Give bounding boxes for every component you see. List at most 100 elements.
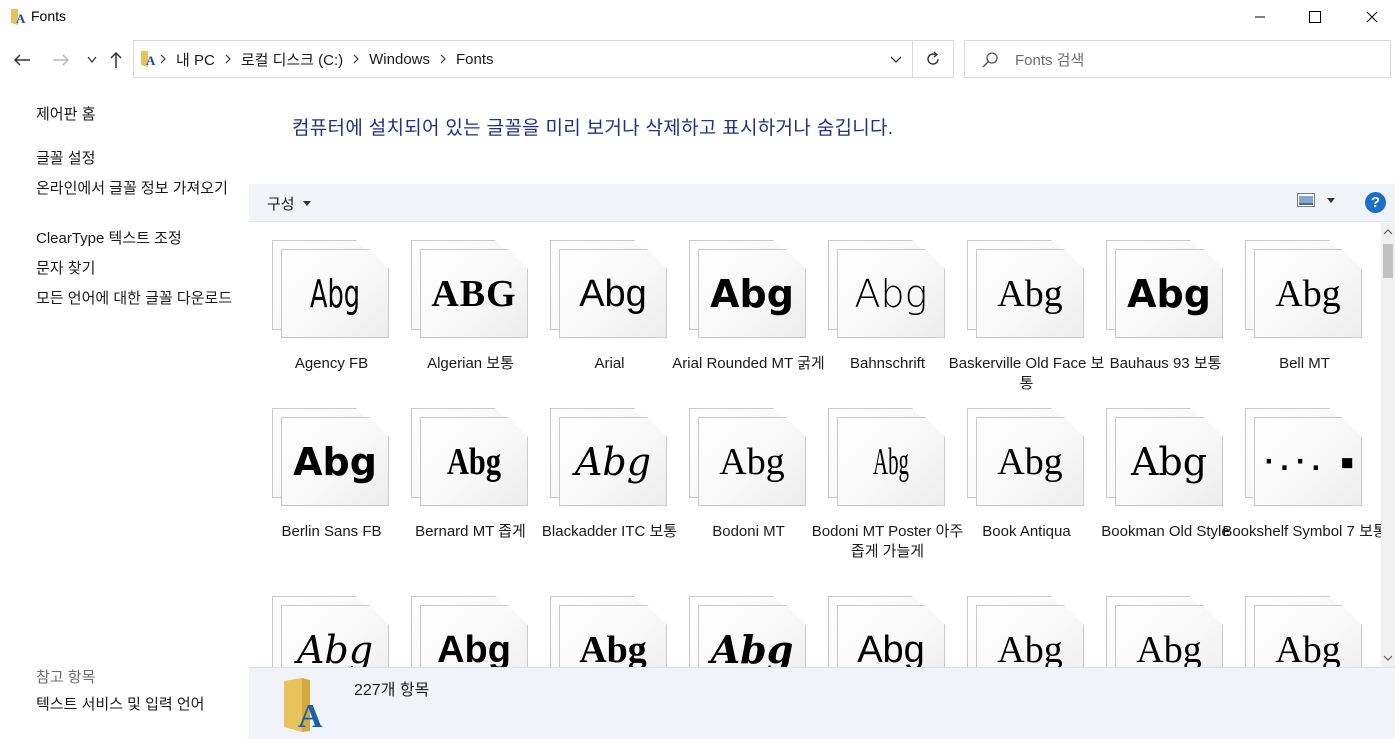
- font-preview-thumbnail: Abg: [550, 408, 670, 508]
- scroll-down-icon[interactable]: [1383, 653, 1393, 663]
- font-sample-text: Abg: [579, 629, 647, 667]
- font-item[interactable]: Abg Arial: [527, 223, 666, 391]
- font-item[interactable]: Abg Agency FB: [249, 223, 388, 391]
- close-button[interactable]: [1349, 0, 1395, 34]
- scrollbar-thumb[interactable]: [1383, 244, 1393, 278]
- font-item[interactable]: Abg Blackadder ITC 보통: [527, 391, 677, 559]
- font-preview-thumbnail: Abg: [689, 240, 809, 340]
- chevron-right-icon[interactable]: [156, 52, 170, 66]
- font-sample-text: ·.·. ▪: [1261, 447, 1355, 477]
- font-item[interactable]: Abg: [1083, 579, 1222, 667]
- chevron-down-icon: [87, 56, 97, 64]
- address-bar[interactable]: A 내 PC 로컬 디스크 (C:) Windows Fonts: [133, 40, 913, 78]
- font-item[interactable]: Abg Bodoni MT Poster 아주 좁게 가늘게: [805, 391, 963, 560]
- breadcrumb-fonts[interactable]: Fonts: [450, 51, 500, 68]
- font-sample-text: Abg: [437, 629, 511, 667]
- font-preview-thumbnail: Abg: [550, 240, 670, 340]
- caret-down-icon: [302, 201, 311, 206]
- font-preview-thumbnail: Abg: [1106, 596, 1226, 667]
- fonts-folder-icon: A: [141, 51, 156, 68]
- download-fonts-all-languages-link[interactable]: 모든 언어에 대한 글꼴 다운로드: [36, 289, 241, 309]
- font-sample-text: Abg: [997, 441, 1063, 483]
- font-sample-text: Abg: [857, 629, 925, 667]
- search-icon: [982, 52, 998, 68]
- maximize-button[interactable]: [1292, 0, 1338, 34]
- font-sample-text: Abg: [579, 273, 647, 315]
- font-sample-text: Abg: [574, 440, 652, 484]
- font-sample-text: Abg: [296, 628, 374, 667]
- font-item[interactable]: Abg Bookman Old Style: [1083, 391, 1230, 559]
- font-sample-text: Abg: [446, 441, 502, 483]
- font-sample-text: Abg: [710, 627, 794, 667]
- font-item[interactable]: Abg Bodoni MT: [666, 391, 805, 559]
- font-sample-text: Abg: [1275, 273, 1341, 315]
- refresh-button[interactable]: [912, 40, 954, 78]
- change-view-button[interactable]: [1297, 193, 1335, 207]
- search-input[interactable]: [1015, 49, 1375, 71]
- font-settings-link[interactable]: 글꼴 설정: [36, 149, 241, 169]
- font-item[interactable]: Abg: [666, 579, 805, 667]
- font-preview-thumbnail: Abg: [411, 408, 531, 508]
- font-item[interactable]: Abg Baskerville Old Face 보통: [944, 223, 1104, 392]
- font-preview-thumbnail: Abg: [1106, 408, 1226, 508]
- help-button[interactable]: ?: [1365, 192, 1386, 213]
- close-icon: [1366, 11, 1378, 23]
- svg-text:A: A: [16, 11, 26, 26]
- caret-down-icon[interactable]: [1327, 197, 1335, 203]
- font-item[interactable]: Abg Book Antiqua: [944, 391, 1083, 559]
- find-character-link[interactable]: 문자 찾기: [36, 259, 241, 279]
- adjust-cleartype-link[interactable]: ClearType 텍스트 조정: [36, 229, 241, 249]
- chevron-right-icon[interactable]: [349, 52, 363, 66]
- font-item[interactable]: Abg: [527, 579, 666, 667]
- organize-button[interactable]: 구성: [267, 193, 311, 214]
- svg-text:A: A: [298, 698, 323, 733]
- search-box[interactable]: [964, 40, 1391, 78]
- forward-button[interactable]: [49, 48, 73, 72]
- font-item[interactable]: Abg: [388, 579, 527, 667]
- breadcrumb-local-disk[interactable]: 로컬 디스크 (C:): [235, 49, 349, 70]
- font-item[interactable]: ·.·. ▪ Bookshelf Symbol 7 보통: [1222, 391, 1381, 559]
- font-preview-thumbnail: Abg: [967, 240, 1087, 340]
- font-item[interactable]: Abg: [944, 579, 1083, 667]
- font-preview-thumbnail: Abg: [967, 596, 1087, 667]
- vertical-scrollbar[interactable]: [1381, 223, 1395, 667]
- recent-locations-button[interactable]: [80, 48, 104, 72]
- font-sample-text: Abg: [309, 272, 361, 316]
- refresh-icon: [926, 51, 939, 65]
- breadcrumb-this-pc[interactable]: 내 PC: [170, 49, 221, 70]
- font-item[interactable]: ABG Algerian 보통: [388, 223, 527, 391]
- arrow-left-icon: [13, 54, 30, 66]
- font-item[interactable]: Abg: [1222, 579, 1361, 667]
- chevron-down-icon[interactable]: [888, 52, 904, 68]
- font-sample-text: Abg: [719, 441, 785, 483]
- font-item[interactable]: Abg: [249, 579, 388, 667]
- font-name-label: Bell MT: [1279, 355, 1330, 372]
- scroll-up-icon[interactable]: [1383, 227, 1393, 237]
- minimize-button[interactable]: [1237, 0, 1283, 34]
- breadcrumb-windows[interactable]: Windows: [363, 51, 436, 68]
- window-title: Fonts: [31, 8, 67, 24]
- control-panel-home-link[interactable]: 제어판 홈: [36, 105, 241, 125]
- font-item[interactable]: Abg Bernard MT 좁게: [388, 391, 527, 559]
- font-item[interactable]: Abg Bell MT: [1222, 223, 1361, 391]
- get-font-info-online-link[interactable]: 온라인에서 글꼴 정보 가져오기: [36, 179, 241, 199]
- font-item[interactable]: Abg Berlin Sans FB: [249, 391, 388, 559]
- text-services-link[interactable]: 텍스트 서비스 및 입력 언어: [36, 695, 241, 715]
- font-sample-text: Abg: [1130, 440, 1208, 484]
- font-preview-thumbnail: Abg: [828, 596, 948, 667]
- chevron-right-icon[interactable]: [221, 52, 235, 66]
- font-sample-text: Abg: [710, 272, 794, 316]
- font-grid: Abg Agency FB ABG Algerian 보통 Abg Arial Abg Ari…: [249, 223, 1381, 667]
- font-item[interactable]: Abg Bahnschrift: [805, 223, 944, 391]
- font-item[interactable]: Abg Arial Rounded MT 굵게: [666, 223, 825, 391]
- font-item[interactable]: Abg Bauhaus 93 보통: [1083, 223, 1222, 391]
- minimize-icon: [1255, 16, 1265, 18]
- arrow-up-icon: [110, 51, 122, 68]
- view-large-icons-icon: [1297, 193, 1315, 207]
- font-preview-thumbnail: Abg: [1245, 240, 1365, 340]
- chevron-right-icon[interactable]: [436, 52, 450, 66]
- font-item[interactable]: Abg: [805, 579, 944, 667]
- back-button[interactable]: [10, 48, 34, 72]
- font-sample-text: Abg: [1127, 272, 1211, 316]
- up-button[interactable]: [104, 48, 128, 72]
